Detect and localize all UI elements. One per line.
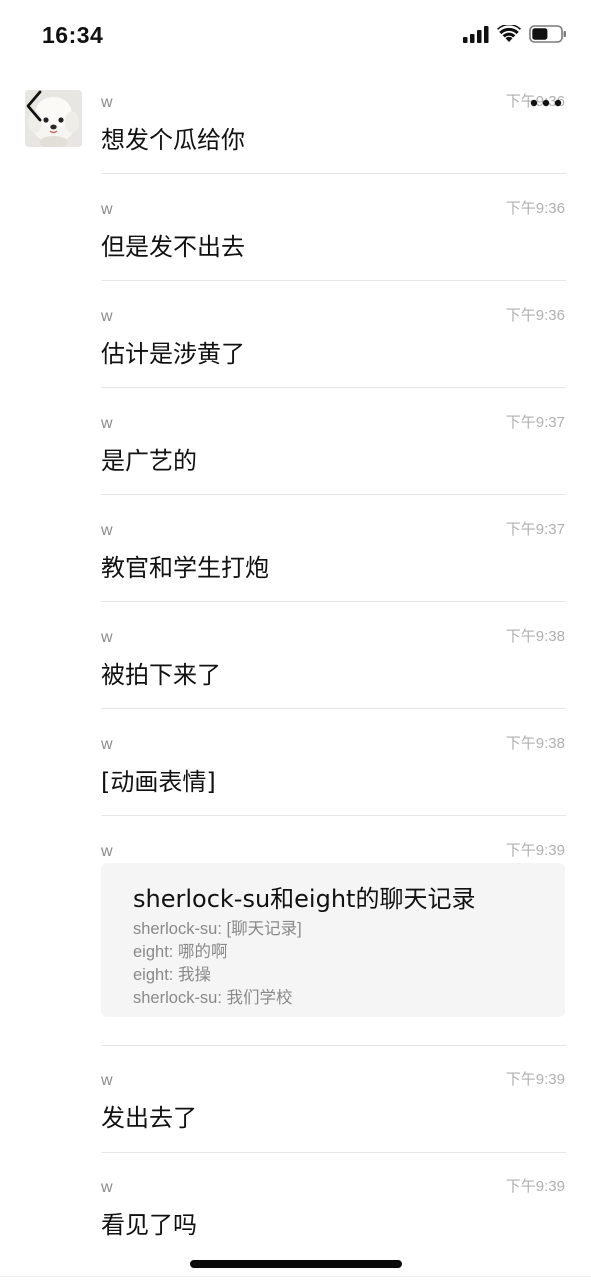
message-sender: w <box>101 308 113 325</box>
message-sender: w <box>101 843 113 860</box>
message-text: 发出去了 <box>101 1104 197 1132</box>
message-sender: w <box>101 629 113 646</box>
message-sender: w <box>101 736 113 753</box>
divider <box>101 1045 566 1046</box>
divider <box>101 387 566 388</box>
message-time: 下午9:37 <box>505 521 565 538</box>
divider <box>101 280 566 281</box>
divider <box>101 815 566 816</box>
chat-history-line: eight: 我操 <box>133 966 211 984</box>
message-time: 下午9:39 <box>505 842 565 859</box>
message-text: 想发个瓜给你 <box>101 126 245 154</box>
wifi-icon <box>497 23 521 47</box>
battery-icon <box>529 25 567 47</box>
bottom-divider <box>0 1276 591 1277</box>
message-time: 下午9:36 <box>505 307 565 324</box>
message-sender: w <box>101 522 113 539</box>
message-text: 看见了吗 <box>101 1211 197 1239</box>
cellular-signal-icon <box>463 25 489 47</box>
message-time: 下午9:37 <box>505 414 565 431</box>
chat-history-line: sherlock-su: [聊天记录] <box>133 920 302 938</box>
divider <box>101 173 566 174</box>
message-time: 下午9:38 <box>505 735 565 752</box>
status-icons <box>463 23 567 47</box>
divider <box>101 1152 566 1153</box>
message-text: 但是发不出去 <box>101 233 245 261</box>
message-time: 下午9:38 <box>505 628 565 645</box>
chevron-left-icon <box>26 90 42 122</box>
message-sender: w <box>101 1072 113 1089</box>
divider <box>101 494 566 495</box>
message-sender: w <box>101 94 113 111</box>
message-time: 下午9:39 <box>505 1178 565 1195</box>
back-button[interactable] <box>22 88 52 124</box>
divider <box>101 708 566 709</box>
message-text: 教官和学生打炮 <box>101 554 269 582</box>
message-sender: w <box>101 201 113 218</box>
chat-history-line: eight: 哪的啊 <box>133 943 228 961</box>
divider <box>101 601 566 602</box>
message-time: 下午9:36 <box>505 200 565 217</box>
more-dots-icon <box>530 99 562 107</box>
more-button[interactable] <box>529 95 563 111</box>
message-sender: w <box>101 415 113 432</box>
status-time: 16:34 <box>42 22 104 48</box>
message-sender: w <box>101 1179 113 1196</box>
status-bar: 16:34 <box>0 0 591 70</box>
chat-history-line: sherlock-su: 我们学校 <box>133 989 293 1007</box>
chat-history-title: sherlock-su和eight的聊天记录 <box>133 885 476 913</box>
message-text: [动画表情] <box>101 768 216 796</box>
message-text: 是广艺的 <box>101 447 197 475</box>
message-text: 估计是涉黄了 <box>101 340 245 368</box>
message-time: 下午9:39 <box>505 1071 565 1088</box>
message-text: 被拍下来了 <box>101 661 221 689</box>
home-indicator[interactable] <box>190 1260 402 1268</box>
chat-history-card[interactable]: sherlock-su和eight的聊天记录 sherlock-su: [聊天记… <box>101 863 565 1017</box>
